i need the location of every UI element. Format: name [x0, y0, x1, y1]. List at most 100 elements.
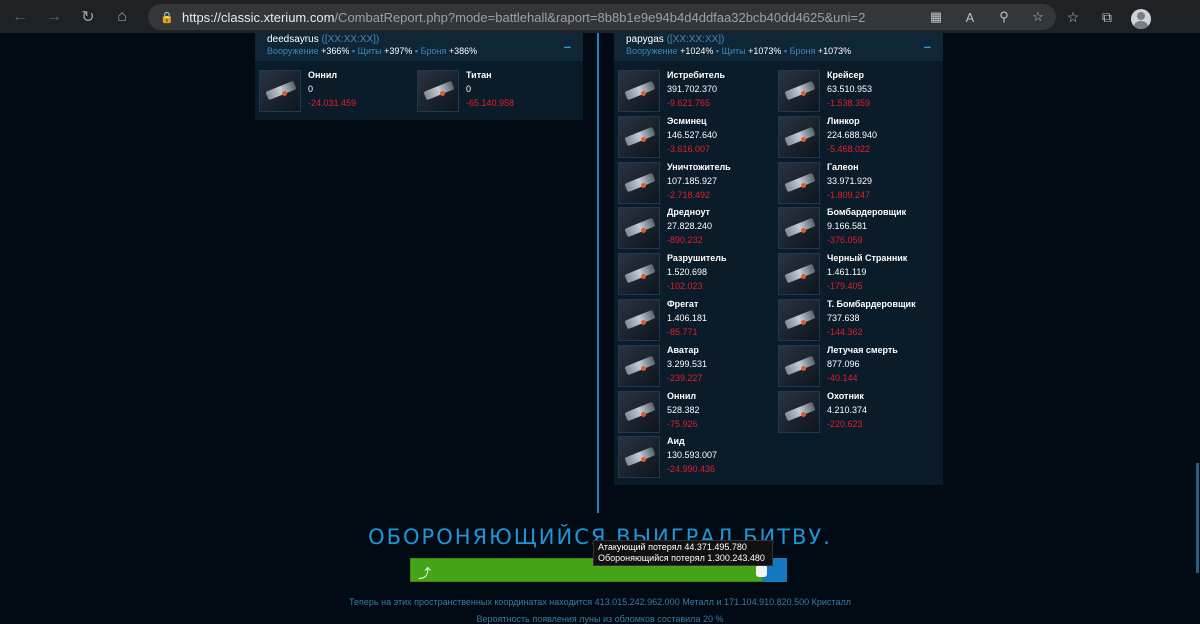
ship-entry: Фрегат 1.406.181 -85.771	[618, 299, 778, 343]
ship-loss: -890.232	[667, 235, 703, 246]
read-aloud-icon[interactable]: A	[960, 7, 980, 27]
ship-image[interactable]	[778, 70, 820, 112]
ship-count: 63.510.953	[827, 84, 873, 94]
ship-image[interactable]	[618, 161, 660, 204]
forward-arrow-icon[interactable]: →	[40, 3, 68, 31]
ship-image[interactable]	[778, 253, 820, 296]
attacker-coords[interactable]: ([XX:XX:XX])	[321, 34, 379, 45]
defender-collapse-icon[interactable]: –	[924, 39, 931, 54]
ship-loss: -220.623	[827, 418, 863, 429]
loss-tooltip: Атакующий потерял 44.371.495.780 Обороня…	[593, 540, 773, 566]
attacker-panel: deedsayrus ([XX:XX:XX]) Вооружение +366%…	[255, 33, 583, 120]
ship-loss: -24.031.459	[308, 98, 357, 108]
address-bar[interactable]: 🔒 https://classic.xterium.com/CombatRepo…	[148, 4, 1056, 30]
ship-entry: Охотник 4.210.374 -220.623	[778, 390, 938, 435]
ship-entry: Оннил 0 -24.031.459	[259, 70, 419, 114]
ship-loss: -102.023	[667, 281, 703, 292]
ship-image[interactable]	[417, 70, 459, 112]
ship-entry: Уничтожитель 107.185.927 -2.718.492	[618, 161, 778, 206]
ship-count: 0	[308, 84, 314, 94]
ship-entry: Истребитель 391.702.370 -9.621.765	[618, 70, 778, 114]
ship-entry: Крейсер 63.510.953 -1.538.359	[778, 70, 938, 114]
ship-entry: Летучая смерть 877.096 -40.144	[778, 344, 938, 389]
ship-count: 107.185.927	[667, 175, 718, 186]
ship-loss: -179.405	[827, 281, 863, 292]
defender-name: papygas ([XX:XX:XX])	[626, 34, 725, 45]
avatar[interactable]	[1131, 8, 1151, 29]
zoom-icon[interactable]: ⚲	[994, 7, 1014, 27]
ship-image[interactable]	[618, 70, 660, 112]
ship-image[interactable]	[618, 299, 660, 341]
ship-name: Линкор	[827, 115, 860, 126]
ship-name: Охотник	[827, 390, 864, 401]
ship-count: 4.210.374	[827, 404, 868, 415]
ship-name: Оннил	[308, 70, 338, 80]
center-divider	[597, 33, 599, 513]
url-text[interactable]: https://classic.xterium.com/CombatReport…	[182, 10, 865, 25]
ship-count: 877.096	[827, 358, 860, 369]
ship-entry: Эсминец 146.527.640 -3.616.007	[618, 115, 778, 160]
attacker-loss-text: Атакующий потерял 44.371.495.780	[598, 542, 747, 552]
back-arrow-icon[interactable]: ←	[6, 3, 34, 31]
ship-entry: Черный Странник 1.461.119 -179.405	[778, 253, 938, 297]
ship-count: 1.520.698	[667, 267, 708, 278]
lock-icon[interactable]: 🔒	[160, 10, 174, 24]
ship-loss: -65.140.958	[466, 98, 515, 108]
ship-loss: -239.227	[667, 372, 703, 383]
page-scrollbar[interactable]	[1196, 463, 1199, 573]
collections-icon[interactable]: ⧉	[1096, 4, 1118, 30]
ship-entry: Разрушитель 1.520.698 -102.023	[618, 253, 778, 297]
ship-name: Бомбардеровщик	[827, 207, 907, 218]
ship-name: Т. Бомбардеровщик	[827, 299, 916, 309]
ship-image[interactable]	[778, 390, 820, 433]
ship-name: Галеон	[827, 161, 859, 172]
attack-icon: ⤴	[418, 566, 432, 581]
ship-entry: Аид 130.593.007 -24.990.436	[618, 436, 778, 480]
ship-image[interactable]	[778, 299, 820, 341]
ship-loss: -2.718.492	[667, 189, 711, 200]
ship-count: 391.702.370	[667, 84, 718, 94]
ship-image[interactable]	[778, 161, 820, 204]
ship-image[interactable]	[618, 207, 660, 250]
ship-image[interactable]	[259, 70, 301, 112]
defender-coords[interactable]: ([XX:XX:XX])	[667, 34, 725, 45]
ship-image[interactable]	[618, 390, 660, 433]
ship-loss: -85.771	[667, 327, 698, 337]
ship-name: Дредноут	[667, 207, 710, 218]
ship-count: 27.828.240	[667, 221, 713, 232]
ship-name: Эсминец	[667, 115, 707, 126]
ship-name: Фрегат	[667, 299, 699, 309]
ship-name: Уничтожитель	[667, 161, 731, 172]
ship-image[interactable]	[618, 344, 660, 387]
ship-count: 1.406.181	[667, 313, 708, 323]
ship-name: Летучая смерть	[827, 344, 898, 355]
reload-icon[interactable]: ↻	[74, 3, 102, 31]
profile-icon[interactable]	[1130, 4, 1152, 30]
ship-loss: -24.990.436	[667, 464, 716, 475]
ship-image[interactable]	[778, 115, 820, 158]
ship-name: Истребитель	[667, 70, 726, 80]
attacker-collapse-icon[interactable]: –	[564, 39, 571, 54]
debris-info: Теперь на этих пространственных координа…	[349, 597, 851, 607]
ship-image[interactable]	[778, 207, 820, 250]
ship-name: Крейсер	[827, 70, 865, 80]
ship-image[interactable]	[778, 344, 820, 387]
ship-loss: -9.621.765	[667, 98, 711, 108]
ship-count: 528.382	[667, 404, 700, 415]
favorites-icon[interactable]: ☆	[1062, 4, 1084, 30]
ship-count: 0	[466, 84, 472, 94]
ship-entry: Галеон 33.971.929 -1.809.247	[778, 161, 938, 206]
apps-icon[interactable]: ▦	[926, 7, 946, 27]
attacker-tech: Вооружение +366% ▪ Щиты +397% ▪ Броня +3…	[267, 46, 478, 56]
attacker-name: deedsayrus ([XX:XX:XX])	[267, 34, 380, 45]
ship-loss: -1.538.359	[827, 98, 871, 108]
ship-image[interactable]	[618, 436, 660, 479]
ship-image[interactable]	[618, 115, 660, 158]
ship-name: Черный Странник	[827, 253, 908, 264]
ship-count: 3.299.531	[667, 358, 708, 369]
ship-count: 9.166.581	[827, 221, 868, 232]
ship-image[interactable]	[618, 253, 660, 296]
home-icon[interactable]: ⌂	[108, 3, 136, 31]
ship-loss: -144.362	[827, 327, 863, 337]
favorite-add-icon[interactable]: ☆	[1028, 7, 1048, 27]
